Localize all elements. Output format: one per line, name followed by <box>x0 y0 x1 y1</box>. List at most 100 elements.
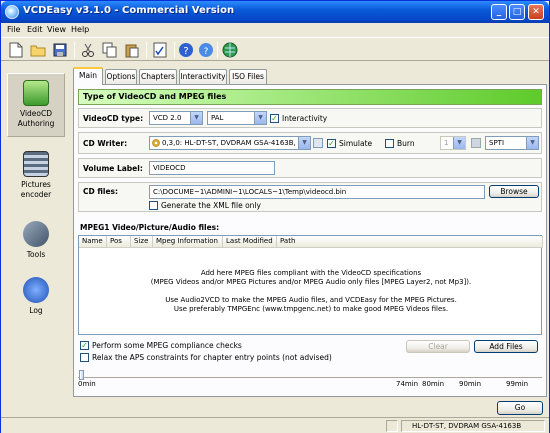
toolbar-separator <box>217 42 218 58</box>
cd-writer-value: 0,3,0: HL-DT-ST, DVDRAM GSA-4163B, <box>162 139 296 147</box>
go-button[interactable]: Go <box>497 401 543 415</box>
open-folder-icon[interactable] <box>29 41 47 59</box>
clear-button[interactable]: Clear <box>406 340 470 353</box>
interactivity-checkbox[interactable]: ✓ Interactivity <box>270 114 327 123</box>
column-header-pos[interactable]: Pos <box>107 236 131 248</box>
interface-select[interactable]: SPTI ▼ <box>485 136 539 150</box>
minimize-button[interactable]: _ <box>491 4 507 20</box>
checklist-icon[interactable] <box>151 41 169 59</box>
interface-icon <box>471 138 481 148</box>
cd-writer-row: CD Writer: 0,3,0: HL-DT-ST, DVDRAM GSA-4… <box>78 132 542 154</box>
column-header-size[interactable]: Size <box>131 236 153 248</box>
compliance-checkbox[interactable]: ✓ Perform some MPEG compliance checks <box>80 341 242 350</box>
menu-file[interactable]: File <box>7 25 20 34</box>
vcd-type-row: VideoCD type: VCD 2.0 ▼ PAL ▼ ✓ Interactivi… <box>78 108 542 128</box>
vcd-type-value: VCD 2.0 <box>153 114 182 122</box>
relax-aps-checkbox[interactable]: Relax the APS constraints for chapter en… <box>80 353 332 362</box>
volume-label: Volume Label: <box>83 164 143 173</box>
size-track <box>78 368 542 378</box>
chevron-down-icon: ▼ <box>453 137 465 149</box>
browse-button[interactable]: Browse <box>489 185 539 198</box>
help-question-icon[interactable]: ? <box>177 41 195 59</box>
nav-videocd-authoring[interactable]: VideoCD Authoring <box>7 73 65 137</box>
close-button[interactable]: ✕ <box>528 4 544 20</box>
nav-label: Tools <box>26 250 46 259</box>
toolbar-separator <box>74 42 75 58</box>
nav-pictures-encoder[interactable]: Pictures encoder <box>7 145 65 209</box>
volume-input[interactable]: VIDEOCD <box>149 161 275 175</box>
nav-label: VideoCD <box>19 109 53 118</box>
menu-edit[interactable]: Edit <box>27 25 43 34</box>
menu-view[interactable]: View <box>47 25 66 34</box>
film-icon <box>23 151 49 177</box>
chevron-down-icon: ▼ <box>298 137 310 149</box>
toolbar-separator <box>146 42 147 58</box>
xml-only-checkbox[interactable]: Generate the XML file only <box>149 201 261 210</box>
interactivity-label: Interactivity <box>282 114 328 123</box>
column-header-path[interactable]: Path <box>277 236 543 248</box>
xml-only-label: Generate the XML file only <box>161 201 261 210</box>
copy-icon[interactable] <box>101 41 119 59</box>
help-about-icon[interactable]: ? <box>197 41 215 59</box>
maximize-button[interactable]: □ <box>509 4 525 20</box>
nav-label: Log <box>29 306 43 315</box>
cd-files-row: CD files: C:\DOCUME~1\ADMINI~1\LOCALS~1\… <box>78 182 542 212</box>
tab-interactivity[interactable]: Interactivity <box>179 69 227 84</box>
speed-select[interactable]: 1 ▼ <box>440 136 466 150</box>
status-panel <box>386 420 398 432</box>
standard-value: PAL <box>211 114 224 122</box>
relax-aps-label: Relax the APS constraints for chapter en… <box>92 353 332 362</box>
cd-drive-icon <box>152 139 160 147</box>
cut-icon[interactable] <box>79 41 97 59</box>
column-header-last-modified[interactable]: Last Modified <box>223 236 277 248</box>
nav-log[interactable]: Log <box>7 271 65 335</box>
main-panel: Type of VideoCD and MPEG files VideoCD t… <box>73 84 547 397</box>
tick-label: 80min <box>422 380 445 388</box>
tick-label: 74min <box>396 380 419 388</box>
web-globe-icon[interactable] <box>221 41 239 59</box>
tab-chapters[interactable]: Chapters <box>139 69 177 84</box>
size-slider-thumb[interactable] <box>79 370 84 380</box>
cd-files-input[interactable]: C:\DOCUME~1\ADMINI~1\LOCALS~1\Temp\video… <box>149 185 485 199</box>
menu-help[interactable]: Help <box>71 25 89 34</box>
tab-main[interactable]: Main <box>73 67 103 85</box>
simulate-label: Simulate <box>339 139 373 148</box>
add-files-button[interactable]: Add Files <box>474 340 538 353</box>
chevron-down-icon: ▼ <box>254 112 266 124</box>
nav-label: Authoring <box>17 119 55 128</box>
videocd-icon <box>23 80 49 106</box>
simulate-checkbox[interactable]: ✓ Simulate <box>327 139 372 148</box>
nav-label: Pictures <box>21 180 51 189</box>
checkbox-box <box>149 201 158 210</box>
checkbox-box: ✓ <box>327 139 336 148</box>
toolbar: ? ? <box>1 37 549 61</box>
title-bar[interactable]: VCDEasy v3.1.0 - Commercial Version _ □ … <box>1 1 549 23</box>
nav-label: encoder <box>20 190 52 199</box>
empty-hint-text: (MPEG Videos and/or MPEG Pictures and/or… <box>150 278 472 286</box>
paste-icon[interactable] <box>123 41 141 59</box>
main-window: VCDEasy v3.1.0 - Commercial Version _ □ … <box>0 0 550 433</box>
checkbox-box: ✓ <box>270 114 279 123</box>
burn-checkbox[interactable]: Burn <box>385 139 415 148</box>
toolbar-separator <box>174 42 175 58</box>
writer-props-icon[interactable] <box>313 138 323 148</box>
save-icon[interactable] <box>51 41 69 59</box>
column-header-mpeg-info[interactable]: Mpeg Information <box>153 236 223 248</box>
vcd-type-select[interactable]: VCD 2.0 ▼ <box>149 111 203 125</box>
checkbox-box: ✓ <box>80 341 89 350</box>
standard-select[interactable]: PAL ▼ <box>207 111 267 125</box>
section-banner: Type of VideoCD and MPEG files <box>78 89 542 105</box>
chevron-down-icon: ▼ <box>190 112 202 124</box>
tab-iso-files[interactable]: ISO Files <box>229 69 267 84</box>
tab-options[interactable]: Options <box>105 69 137 84</box>
cd-writer-select[interactable]: 0,3,0: HL-DT-ST, DVDRAM GSA-4163B, ▼ <box>149 136 311 150</box>
status-bar: HL-DT-ST, DVDRAM GSA-4163B <box>1 417 549 433</box>
left-nav: VideoCD Authoring Pictures encoder Tools… <box>5 65 67 409</box>
new-file-icon[interactable] <box>7 41 25 59</box>
speed-value: 1 <box>444 139 449 147</box>
column-header-name[interactable]: Name <box>79 236 107 248</box>
empty-hint-text: Use preferably TMPGEnc (www.tmpgenc.net)… <box>173 305 449 313</box>
app-icon <box>5 5 19 19</box>
mpeg-files-table[interactable]: Name Pos Size Mpeg Information Last Modi… <box>78 235 543 335</box>
nav-tools[interactable]: Tools <box>7 215 65 279</box>
